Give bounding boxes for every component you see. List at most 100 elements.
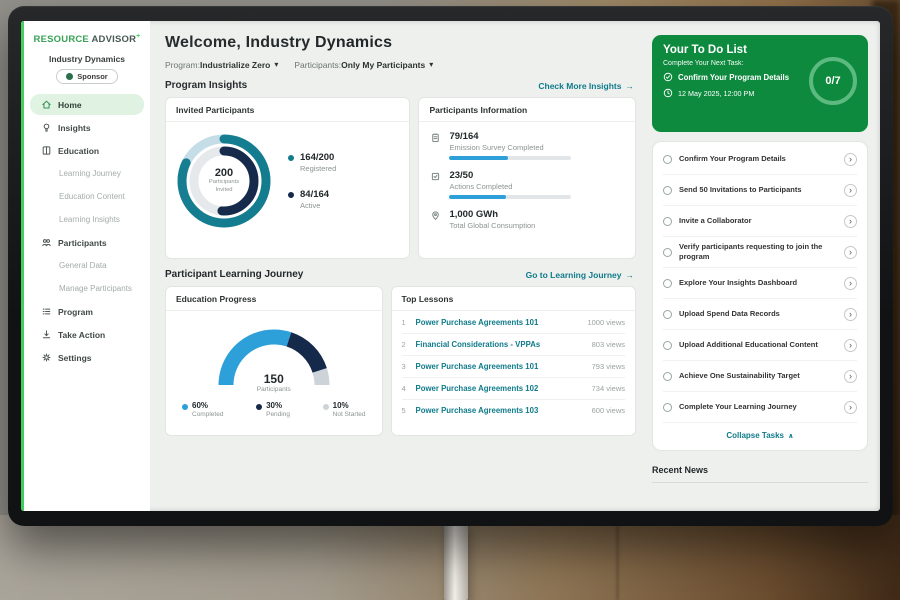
clock-icon: [663, 88, 673, 98]
info-value: 1,000 GWh: [449, 209, 535, 220]
monitor-bezel: RESOURCE ADVISOR+ Industry Dynamics Spon…: [8, 6, 893, 526]
check-circle-icon: [663, 72, 673, 82]
todo-title: Your To Do List: [663, 44, 857, 56]
todo-progress-ring: 0/7: [809, 57, 857, 105]
lesson-link[interactable]: Power Purchase Agreements 102: [416, 384, 584, 393]
sidebar-item-education-content[interactable]: Education Content: [30, 186, 144, 207]
chevron-right-icon[interactable]: ›: [844, 246, 857, 259]
sidebar-item-label: Education: [58, 146, 99, 156]
collapse-label: Collapse Tasks: [726, 431, 784, 440]
participants-information-card: Participants Information 79/164 Emission…: [418, 97, 636, 259]
task-row-9[interactable]: Complete Your Learning Journey ›: [663, 392, 857, 423]
task-checkbox[interactable]: [663, 217, 672, 226]
program-filter-label: Program:: [165, 60, 200, 70]
task-row-2[interactable]: Send 50 Invitations to Participants ›: [663, 175, 857, 206]
card-title: Invited Participants: [166, 98, 409, 122]
collapse-tasks-link[interactable]: Collapse Tasks ∧: [663, 423, 857, 448]
task-checkbox[interactable]: [663, 248, 672, 257]
sidebar-item-program[interactable]: Program: [30, 301, 144, 322]
lesson-rank: 3: [402, 362, 408, 371]
caret-up-icon: ∧: [788, 432, 794, 440]
lesson-row-1: 1 Power Purchase Agreements 101 1000 vie…: [402, 312, 625, 334]
lesson-link[interactable]: Financial Considerations - VPPAs: [416, 340, 584, 349]
chevron-right-icon[interactable]: ›: [844, 339, 857, 352]
chevron-right-icon[interactable]: ›: [844, 277, 857, 290]
sidebar-item-learning-insights[interactable]: Learning Insights: [30, 209, 144, 230]
location-pin-icon: [430, 210, 441, 221]
chevron-right-icon[interactable]: ›: [844, 184, 857, 197]
task-row-7[interactable]: Upload Additional Educational Content ›: [663, 330, 857, 361]
sidebar-item-education[interactable]: Education: [30, 140, 144, 161]
task-checkbox[interactable]: [663, 310, 672, 319]
task-row-6[interactable]: Upload Spend Data Records ›: [663, 299, 857, 330]
lesson-views: 600 views: [592, 406, 625, 415]
info-row-consumption: 1,000 GWh Total Global Consumption: [430, 209, 624, 234]
sidebar-item-label: Participants: [58, 238, 107, 248]
participants-select[interactable]: Only My Participants ▾: [341, 60, 433, 70]
task-label: Verify participants requesting to join t…: [679, 242, 837, 262]
task-label: Send 50 Invitations to Participants: [679, 185, 837, 195]
sidebar-item-participants[interactable]: Participants: [30, 232, 144, 253]
todo-panel: Your To Do List Complete Your Next Task:…: [646, 21, 880, 511]
lesson-link[interactable]: Power Purchase Agreements 101: [416, 362, 584, 371]
task-checkbox[interactable]: [663, 341, 672, 350]
checklist-icon: [430, 171, 441, 182]
lesson-row-5: 5 Power Purchase Agreements 103 600 view…: [402, 400, 625, 421]
sidebar-item-take-action[interactable]: Take Action: [30, 324, 144, 345]
invited-donut-chart: 200 Participants Invited: [172, 129, 276, 233]
task-label: Explore Your Insights Dashboard: [679, 278, 837, 288]
go-to-learning-journey-link[interactable]: Go to Learning Journey →: [526, 270, 634, 280]
progress-bar: [449, 195, 571, 199]
chevron-right-icon[interactable]: ›: [844, 153, 857, 166]
info-label: Actions Completed: [449, 182, 571, 191]
card-title: Top Lessons: [392, 287, 635, 311]
chevron-right-icon[interactable]: ›: [844, 401, 857, 414]
brand-secondary: ADVISOR: [91, 34, 136, 45]
check-more-insights-link[interactable]: Check More Insights →: [538, 81, 634, 91]
sidebar-item-general-data[interactable]: General Data: [30, 255, 144, 276]
program-select-value: Industrialize Zero: [200, 60, 270, 70]
task-row-8[interactable]: Achieve One Sustainability Target ›: [663, 361, 857, 392]
legend-label: Registered: [300, 164, 336, 173]
task-row-5[interactable]: Explore Your Insights Dashboard ›: [663, 268, 857, 299]
sidebar-item-insights[interactable]: Insights: [30, 117, 144, 138]
gauge-label: Participants: [209, 386, 339, 393]
legend-item-not-started: 10% Not Started: [323, 401, 366, 418]
task-label: Upload Additional Educational Content: [679, 340, 837, 350]
invited-total: 200: [215, 167, 233, 179]
task-row-3[interactable]: Invite a Collaborator ›: [663, 206, 857, 237]
task-checkbox[interactable]: [663, 279, 672, 288]
link-label: Check More Insights: [538, 81, 621, 91]
chevron-right-icon[interactable]: ›: [844, 308, 857, 321]
lesson-link[interactable]: Power Purchase Agreements 101: [416, 318, 580, 327]
lightbulb-icon: [41, 122, 52, 133]
task-checkbox[interactable]: [663, 372, 672, 381]
chevron-right-icon[interactable]: ›: [844, 215, 857, 228]
sidebar-item-label: Insights: [58, 123, 91, 133]
task-row-4[interactable]: Verify participants requesting to join t…: [663, 237, 857, 268]
clipboard-icon: [430, 132, 441, 143]
todo-next-task[interactable]: Confirm Your Program Details: [663, 72, 815, 82]
sidebar-item-label: Learning Journey: [59, 169, 121, 178]
chevron-right-icon[interactable]: ›: [844, 370, 857, 383]
task-row-1[interactable]: Confirm Your Program Details ›: [663, 144, 857, 175]
todo-summary-card: Your To Do List Complete Your Next Task:…: [652, 35, 868, 132]
sidebar-item-learning-journey[interactable]: Learning Journey: [30, 163, 144, 184]
gauge-center-label: 150 Participants: [209, 372, 339, 393]
task-checkbox[interactable]: [663, 155, 672, 164]
recent-news-section: Recent News: [652, 460, 868, 483]
program-select[interactable]: Industrialize Zero ▾: [200, 60, 278, 70]
education-gauge-chart: 150 Participants: [209, 319, 339, 393]
legend-value: 10%: [333, 401, 366, 410]
sidebar-item-settings[interactable]: Settings: [30, 347, 144, 368]
lesson-link[interactable]: Power Purchase Agreements 103: [416, 406, 584, 415]
chevron-down-icon: ▾: [429, 61, 433, 69]
task-label: Achieve One Sustainability Target: [679, 371, 837, 381]
legend-label: Active: [300, 201, 329, 210]
sidebar-item-home[interactable]: Home: [30, 94, 144, 115]
task-checkbox[interactable]: [663, 186, 672, 195]
lesson-rank: 2: [402, 340, 408, 349]
task-checkbox[interactable]: [663, 403, 672, 412]
sidebar-item-manage-participants[interactable]: Manage Participants: [30, 278, 144, 299]
book-icon: [41, 145, 52, 156]
